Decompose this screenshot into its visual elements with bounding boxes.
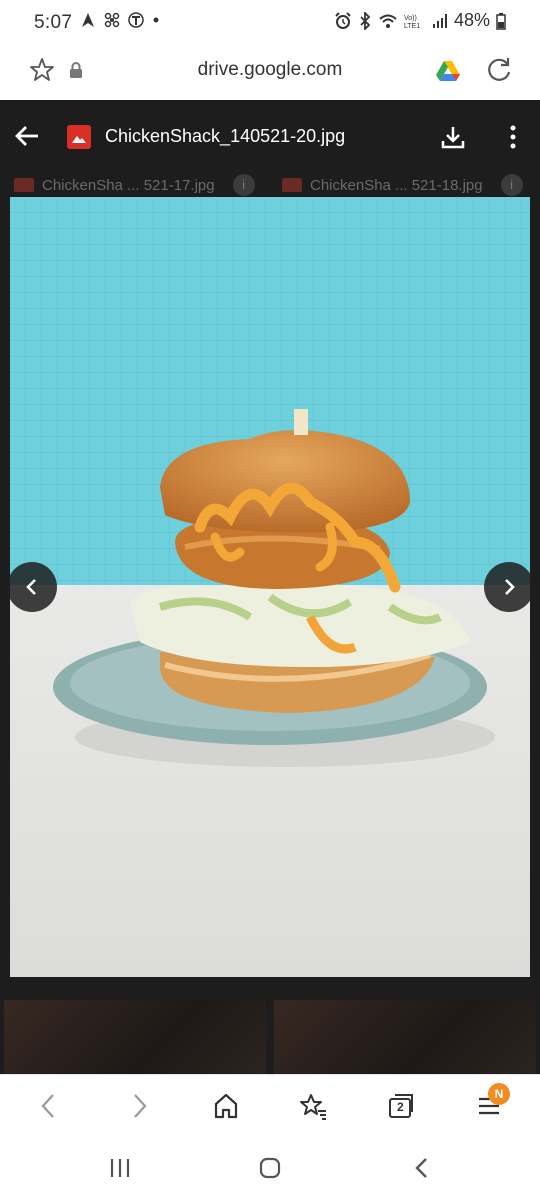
background-thumbnail	[4, 1000, 266, 1074]
background-file-item: ChickenSha ... 521-18.jpg i	[282, 174, 523, 196]
notification-badge: N	[488, 1083, 510, 1105]
recent-apps-icon[interactable]	[108, 1156, 132, 1180]
back-icon[interactable]	[38, 1091, 60, 1121]
svg-text:Vo)): Vo))	[404, 15, 417, 22]
status-bar: 5:07 Vo)) LTE1 48%	[0, 0, 540, 44]
notification-icons	[80, 12, 160, 28]
file-viewer: ChickenShack_140521-20.jpg ChickenSha ..…	[0, 100, 540, 1074]
bookmarks-icon[interactable]	[298, 1091, 328, 1121]
next-button[interactable]	[484, 562, 534, 612]
background-thumbnail	[274, 1000, 536, 1074]
chevron-right-icon	[505, 579, 515, 595]
background-file-name: ChickenSha ... 521-18.jpg	[310, 176, 483, 194]
battery-icon	[496, 12, 506, 30]
burger-photo	[10, 197, 530, 977]
info-icon: i	[500, 174, 523, 196]
system-icons: Vo)) LTE1 48%	[334, 10, 506, 31]
info-icon: i	[232, 174, 255, 196]
signal-icon	[432, 13, 447, 28]
system-navigation-bar	[0, 1138, 540, 1200]
home-button-icon[interactable]	[258, 1156, 282, 1180]
wifi-icon	[379, 14, 397, 28]
viewer-header: ChickenShack_140521-20.jpg	[0, 100, 540, 172]
fan-icon	[104, 12, 120, 28]
browser-url-bar: drive.google.com	[0, 44, 540, 100]
chevron-left-icon	[26, 579, 36, 595]
tabs-button[interactable]: 2	[386, 1091, 416, 1126]
bluetooth-icon	[360, 11, 371, 30]
volte-icon: Vo))LTE1	[404, 15, 420, 30]
tabs-count: 2	[397, 1100, 404, 1114]
background-file-item: ChickenSha ... 521-17.jpg i	[14, 174, 255, 196]
forward-icon[interactable]	[128, 1091, 150, 1121]
alarm-icon	[335, 11, 351, 29]
browser-toolbar: 2 N	[0, 1074, 540, 1138]
image-file-icon	[67, 125, 91, 149]
more-options-icon[interactable]	[505, 124, 521, 150]
home-icon[interactable]	[212, 1091, 240, 1121]
t-mobile-icon	[128, 12, 144, 28]
background-file-name: ChickenSha ... 521-17.jpg	[42, 176, 215, 194]
download-icon[interactable]	[440, 124, 466, 150]
dot-icon	[153, 17, 159, 23]
navigation-arrow-icon	[82, 13, 94, 27]
reload-icon[interactable]	[484, 55, 514, 85]
background-file-list: ChickenSha ... 521-17.jpg i ChickenSha .…	[0, 172, 540, 196]
system-back-icon[interactable]	[410, 1156, 434, 1180]
svg-text:LTE1: LTE1	[404, 23, 420, 30]
image-file-icon	[282, 178, 302, 192]
back-arrow-icon[interactable]	[14, 124, 40, 148]
image-file-icon	[14, 178, 34, 192]
status-time: 5:07	[34, 12, 73, 33]
previous-button[interactable]	[7, 562, 57, 612]
battery-percent: 48%	[453, 10, 490, 30]
google-drive-icon[interactable]	[436, 60, 460, 82]
file-name: ChickenShack_140521-20.jpg	[105, 126, 346, 146]
background-thumbnails	[0, 1000, 540, 1074]
